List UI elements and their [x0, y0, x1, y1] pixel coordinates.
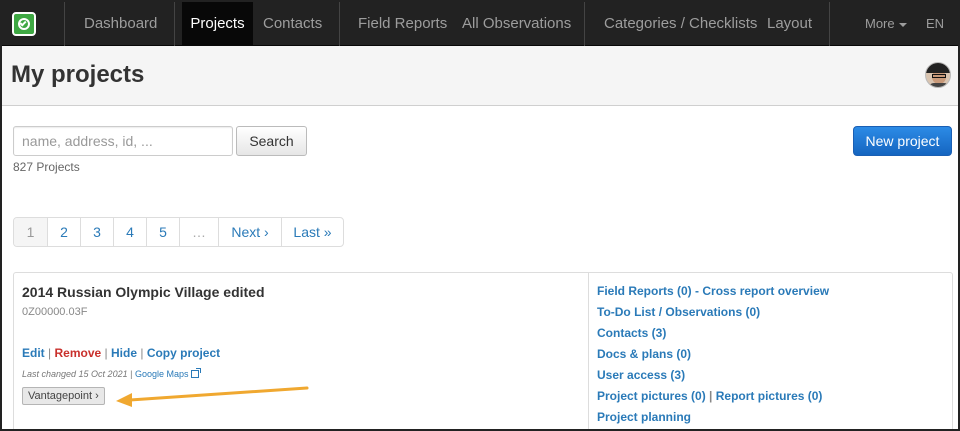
- separator: |: [130, 369, 133, 379]
- field-reports-link[interactable]: Field Reports (0): [597, 284, 692, 298]
- nav-divider: [174, 2, 175, 46]
- nav-contacts[interactable]: Contacts: [263, 2, 322, 46]
- separator: |: [140, 346, 144, 360]
- page-5[interactable]: 5: [146, 218, 179, 246]
- nav-field-reports[interactable]: Field Reports: [358, 2, 447, 46]
- google-maps-link[interactable]: Google Maps: [134, 368, 201, 379]
- page-last[interactable]: Last »: [281, 218, 343, 246]
- nav-dashboard[interactable]: Dashboard: [84, 2, 157, 46]
- nav-more-dropdown[interactable]: More: [865, 2, 907, 46]
- project-code: 0Z00000.03F: [22, 306, 88, 318]
- page-ellipsis: …: [179, 218, 218, 246]
- new-project-button[interactable]: New project: [853, 126, 952, 156]
- contacts-link[interactable]: Contacts (3): [597, 326, 666, 340]
- cross-report-overview-link[interactable]: - Cross report overview: [695, 284, 829, 298]
- copy-project-link[interactable]: Copy project: [147, 346, 220, 360]
- app-window: Dashboard Projects Contacts Field Report…: [0, 0, 960, 431]
- card-divider: [588, 273, 589, 429]
- page-2[interactable]: 2: [47, 218, 80, 246]
- google-maps-label: Google Maps: [134, 369, 189, 379]
- edit-link[interactable]: Edit: [22, 346, 45, 360]
- nav-categories-checklists[interactable]: Categories / Checklists: [604, 2, 757, 46]
- separator: |: [48, 346, 52, 360]
- nav-projects[interactable]: Projects: [182, 2, 253, 46]
- external-link-icon: [190, 368, 201, 378]
- project-pictures-link[interactable]: Project pictures (0): [597, 389, 706, 403]
- docs-plans-link[interactable]: Docs & plans (0): [597, 347, 691, 361]
- todo-observations-link[interactable]: To-Do List / Observations (0): [597, 305, 760, 319]
- project-actions: Edit | Remove | Hide | Copy project: [22, 346, 220, 360]
- project-name[interactable]: 2014 Russian Olympic Village edited: [22, 284, 265, 300]
- user-avatar[interactable]: [925, 62, 951, 88]
- hide-link[interactable]: Hide: [111, 346, 137, 360]
- last-changed-info: Last changed 15 Oct 2021 | Google Maps: [22, 368, 201, 379]
- nav-layout[interactable]: Layout: [767, 2, 812, 46]
- nav-more-label: More: [865, 16, 895, 31]
- nav-divider: [64, 2, 65, 46]
- vantagepoint-tag[interactable]: Vantagepoint ›: [22, 387, 105, 405]
- app-logo-icon[interactable]: [12, 12, 36, 36]
- project-planning-link[interactable]: Project planning: [597, 410, 691, 424]
- search-button[interactable]: Search: [236, 126, 307, 156]
- search-input[interactable]: [13, 126, 233, 156]
- nav-divider: [584, 2, 585, 46]
- user-access-link[interactable]: User access (3): [597, 368, 685, 382]
- remove-link[interactable]: Remove: [54, 346, 101, 360]
- report-pictures-link[interactable]: Report pictures (0): [716, 389, 823, 403]
- separator: |: [709, 389, 713, 403]
- annotation-arrow: [116, 386, 309, 407]
- separator: |: [104, 346, 108, 360]
- page-4[interactable]: 4: [113, 218, 146, 246]
- language-switcher[interactable]: EN: [926, 2, 944, 46]
- page-title: My projects: [11, 61, 145, 88]
- nav-divider: [829, 2, 830, 46]
- page-next[interactable]: Next ›: [218, 218, 281, 246]
- page-1[interactable]: 1: [14, 218, 47, 246]
- project-links: Field Reports (0) - Cross report overvie…: [597, 284, 829, 429]
- last-changed-text: Last changed 15 Oct 2021: [22, 369, 128, 379]
- pagination: 1 2 3 4 5 … Next › Last »: [13, 217, 344, 247]
- page-header: My projects: [2, 46, 958, 106]
- nav-divider: [339, 2, 340, 46]
- nav-all-observations[interactable]: All Observations: [462, 2, 571, 46]
- caret-down-icon: [898, 22, 907, 27]
- project-count: 827 Projects: [13, 160, 80, 174]
- top-navbar: Dashboard Projects Contacts Field Report…: [2, 2, 958, 46]
- page-3[interactable]: 3: [80, 218, 113, 246]
